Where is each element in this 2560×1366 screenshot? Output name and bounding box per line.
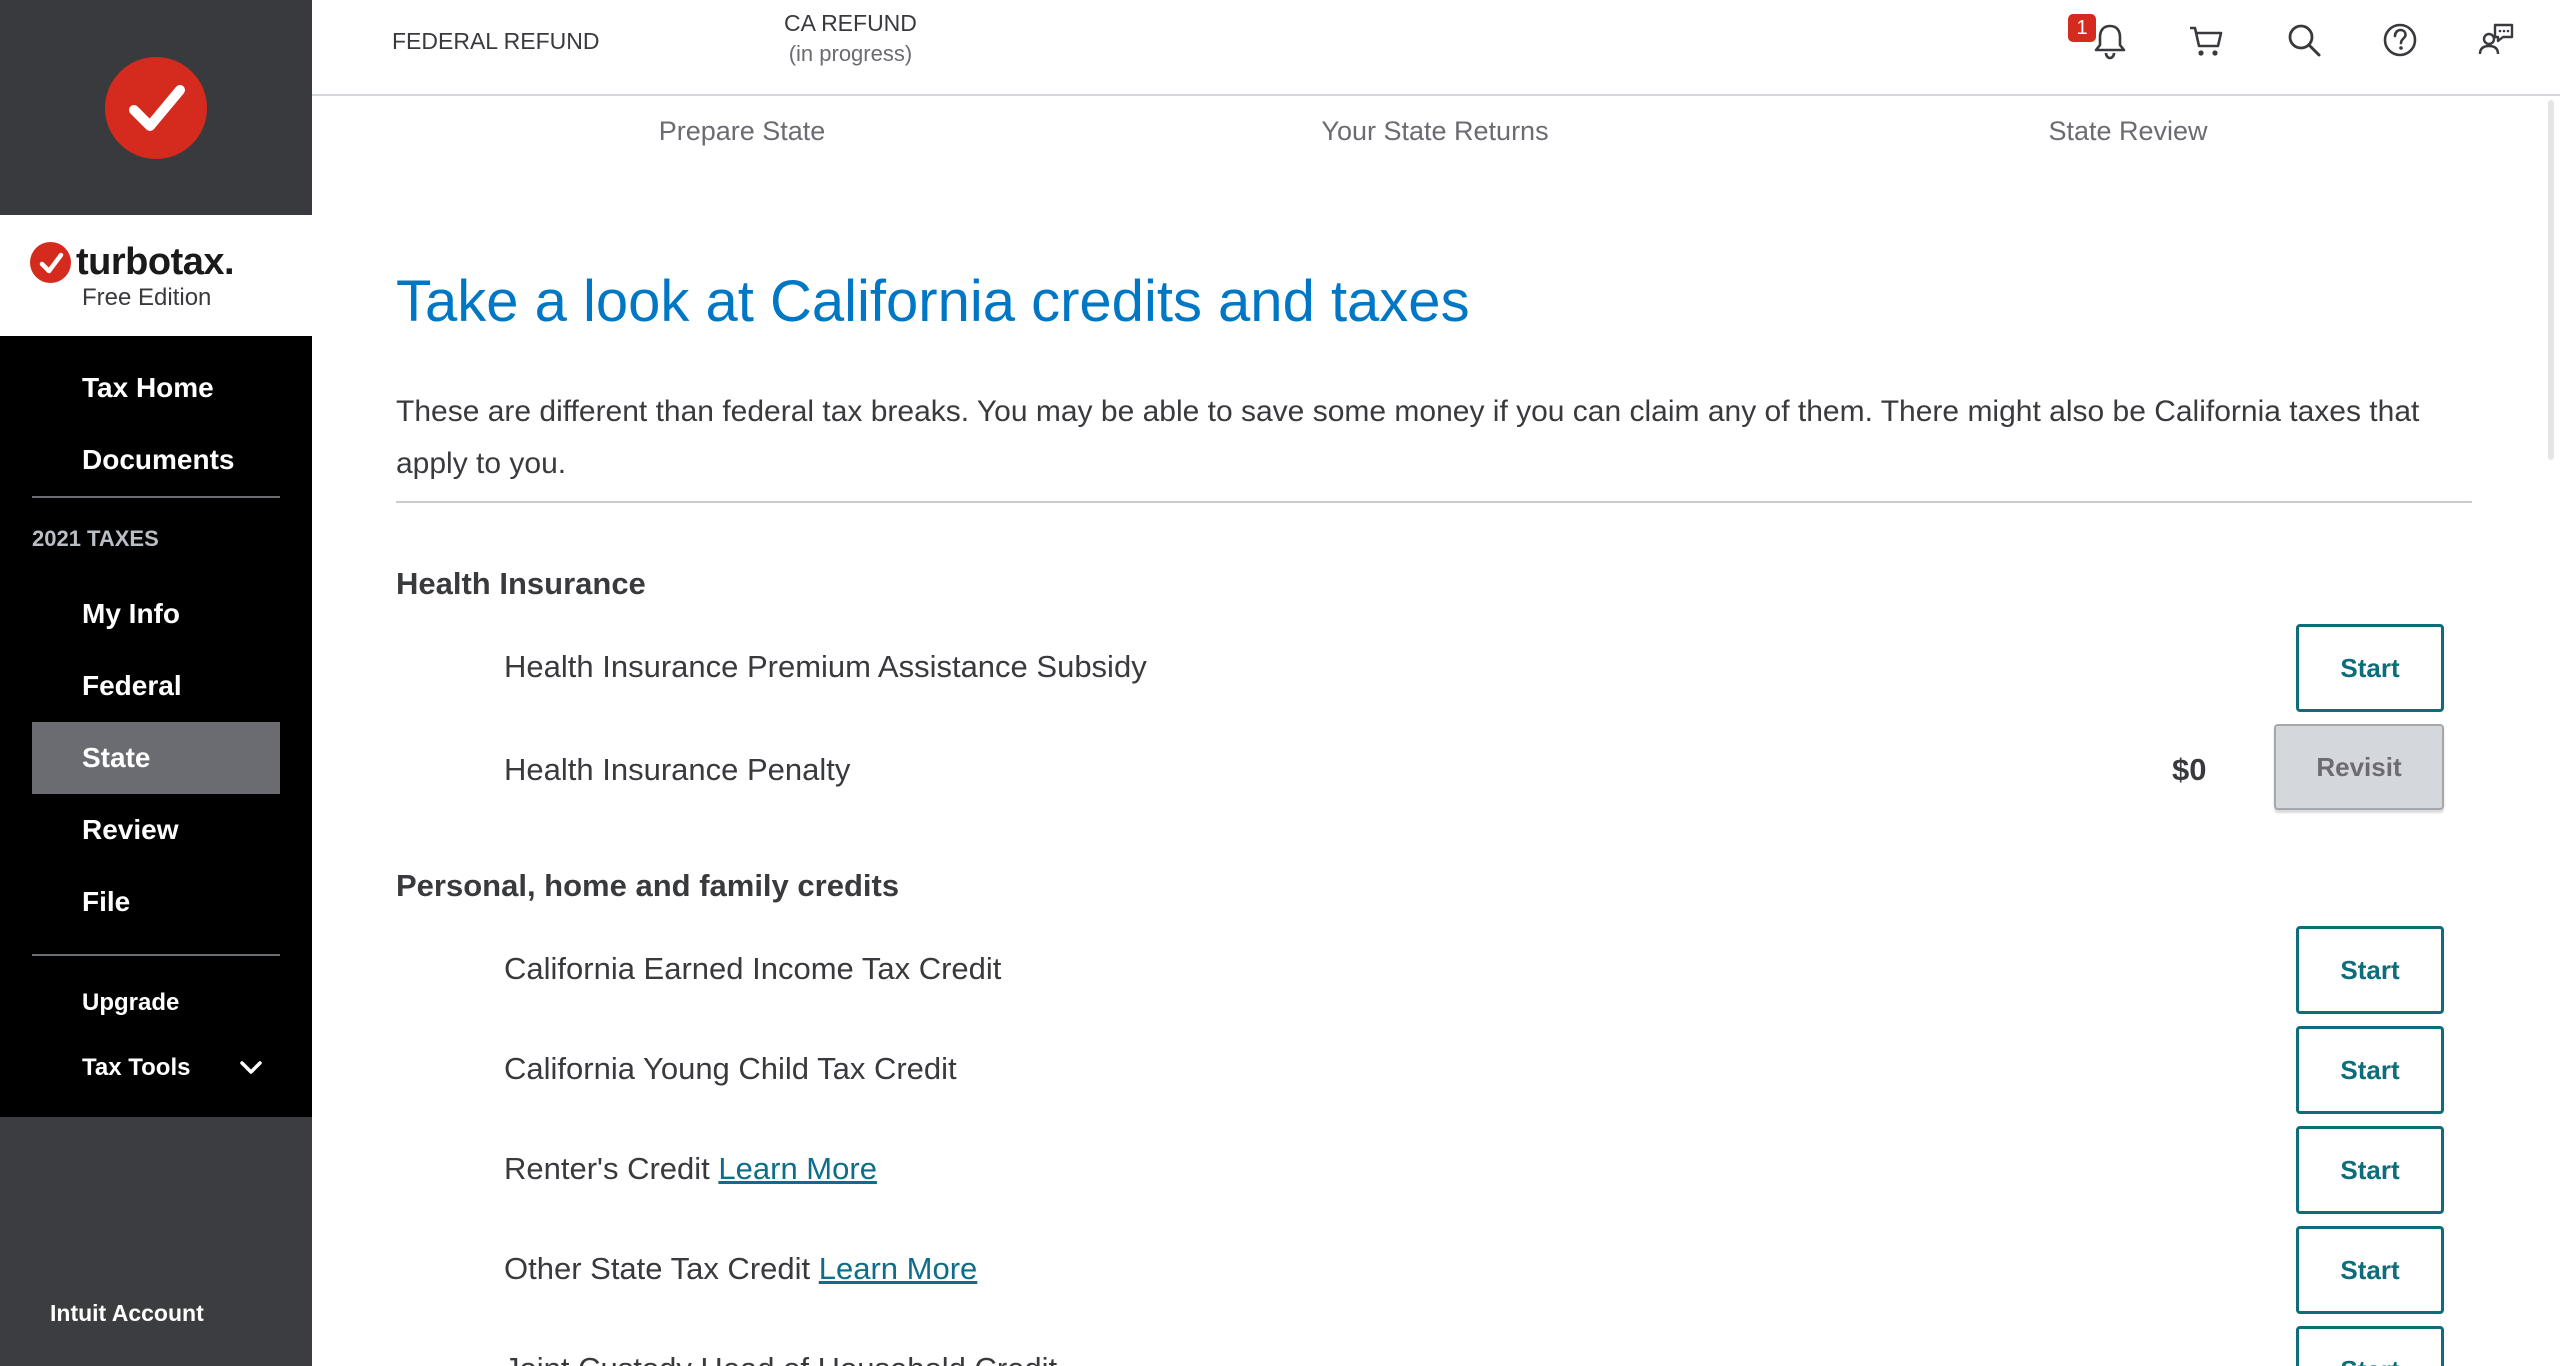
section-heading-personal-credits: Personal, home and family credits: [396, 868, 900, 903]
revisit-button-health-penalty[interactable]: Revisit: [2274, 724, 2444, 810]
brand-edition: Free Edition: [82, 284, 212, 311]
scrollbar-thumb[interactable]: [2548, 100, 2554, 460]
page-title: Take a look at California credits and ta…: [396, 269, 1470, 334]
turbotax-checkmark-icon[interactable]: [105, 56, 207, 159]
cart-icon[interactable]: [2184, 18, 2228, 62]
health-penalty-amount: $0: [2172, 752, 2207, 787]
sidebar-item-state[interactable]: State: [32, 722, 280, 794]
sidebar-item-label: Tax Tools: [82, 1054, 191, 1081]
sidebar-item-label: My Info: [82, 598, 180, 629]
ca-refund-status: (in progress): [788, 41, 913, 66]
sidebar-item-review[interactable]: Review: [32, 794, 280, 866]
step-your-state-returns[interactable]: Your State Returns: [1321, 116, 1548, 147]
sidebar-item-label: Upgrade: [82, 989, 180, 1016]
sidebar-logo-block: [0, 0, 312, 215]
sidebar-item-tax-tools[interactable]: Tax Tools: [32, 1032, 280, 1104]
help-icon[interactable]: [2378, 18, 2422, 62]
start-button-health-subsidy[interactable]: Start: [2296, 624, 2444, 712]
row-label-health-penalty: Health Insurance Penalty: [504, 752, 851, 787]
sidebar-item-upgrade[interactable]: Upgrade: [32, 967, 280, 1039]
notification-badge: 1: [2068, 14, 2096, 42]
intro-text: These are different than federal tax bre…: [396, 395, 2420, 480]
learn-more-link-other-state-credit[interactable]: Learn More: [819, 1251, 978, 1286]
start-button-other-state-credit[interactable]: Start: [2296, 1226, 2444, 1314]
row-label-health-subsidy: Health Insurance Premium Assistance Subs…: [504, 649, 1147, 684]
ca-refund[interactable]: CA REFUND (in progress): [784, 10, 917, 67]
turbotax-app: turbotax. Free Edition Tax Home Document…: [0, 0, 2560, 1366]
sidebar-item-documents[interactable]: Documents: [32, 424, 280, 496]
step-prepare-state[interactable]: Prepare State: [659, 116, 826, 147]
section-heading-health-insurance: Health Insurance: [396, 566, 646, 601]
state-steps: Prepare State Your State Returns State R…: [312, 98, 2560, 168]
sidebar-divider: [32, 954, 280, 956]
sidebar-section-label: 2021 TAXES: [32, 526, 159, 551]
sidebar-item-label: Review: [82, 814, 179, 845]
sidebar-divider: [32, 496, 280, 498]
start-button-renters-credit[interactable]: Start: [2296, 1126, 2444, 1214]
sidebar-item-federal[interactable]: Federal: [32, 650, 280, 722]
start-button-ca-eitc[interactable]: Start: [2296, 926, 2444, 1014]
federal-refund-label[interactable]: FEDERAL REFUND: [392, 28, 599, 55]
chevron-down-icon: [240, 1061, 262, 1074]
start-button-joint-custody-credit[interactable]: Start: [2296, 1326, 2444, 1366]
sidebar-item-tax-home[interactable]: Tax Home: [32, 352, 280, 424]
row-renters-credit: Renter's Credit Learn More: [504, 1151, 877, 1187]
sidebar-item-label: File: [82, 886, 131, 917]
row-label-young-child-credit: California Young Child Tax Credit: [504, 1051, 957, 1086]
row-other-state-credit: Other State Tax Credit Learn More: [504, 1251, 977, 1287]
sidebar-item-label: Documents: [82, 444, 235, 475]
start-button-young-child-credit[interactable]: Start: [2296, 1026, 2444, 1114]
sidebar-item-file[interactable]: File: [32, 866, 280, 938]
row-label-joint-custody-credit: Joint Custody Head of Household Credit: [504, 1351, 1057, 1366]
sidebar-nav: Tax Home Documents 2021 TAXES My Info Fe…: [0, 336, 312, 1117]
row-label-ca-eitc: California Earned Income Tax Credit: [504, 951, 1002, 986]
sidebar-item-label: State: [82, 742, 151, 773]
brand-logo: turbotax. Free Edition: [0, 215, 312, 336]
expert-chat-icon[interactable]: [2474, 18, 2518, 62]
section-divider: [396, 501, 2472, 503]
intuit-account-link[interactable]: Intuit Account: [50, 1300, 204, 1327]
search-icon[interactable]: [2282, 18, 2326, 62]
learn-more-link-renters-credit[interactable]: Learn More: [718, 1151, 877, 1186]
row-label-renters-credit: Renter's Credit: [504, 1151, 710, 1186]
top-bar: FEDERAL REFUND CA REFUND (in progress) 1: [312, 0, 2560, 96]
brand-checkmark-icon: [30, 242, 71, 283]
sidebar-item-label: Federal: [82, 670, 182, 701]
sidebar-item-my-info[interactable]: My Info: [32, 578, 280, 650]
sidebar: turbotax. Free Edition Tax Home Document…: [0, 0, 312, 1366]
ca-refund-label: CA REFUND: [784, 10, 917, 36]
sidebar-item-label: Tax Home: [82, 372, 214, 403]
step-state-review[interactable]: State Review: [2048, 116, 2207, 147]
brand-name: turbotax.: [76, 241, 235, 283]
row-label-other-state-credit: Other State Tax Credit: [504, 1251, 811, 1286]
